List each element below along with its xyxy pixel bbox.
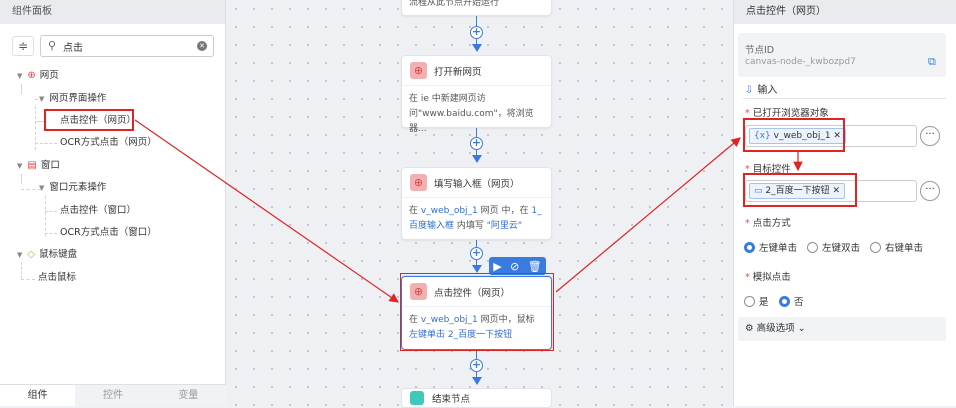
annotation-arrows (134, 119, 803, 303)
